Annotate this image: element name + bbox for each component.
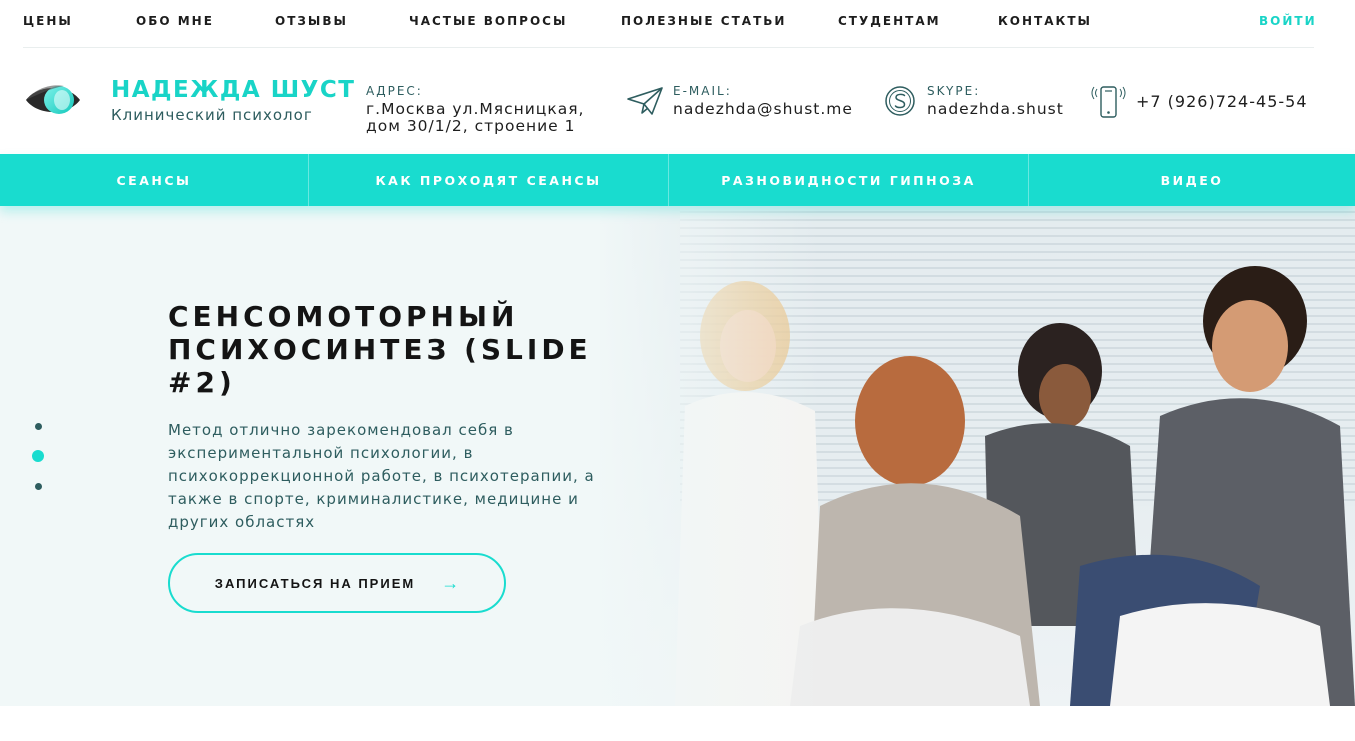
hero-description: Метод отлично зарекомендовал себя в эксп… bbox=[168, 421, 595, 531]
topnav-link-faq[interactable]: ЧАСТЫЕ ВОПРОСЫ bbox=[409, 14, 567, 28]
services-item-video[interactable]: ВИДЕО bbox=[1029, 154, 1355, 206]
topnav-link-reviews[interactable]: ОТЗЫВЫ bbox=[275, 14, 348, 28]
arrow-right-icon: → bbox=[441, 573, 460, 593]
address-line-1: г.Москва ул.Мясницкая, bbox=[366, 100, 585, 118]
services-item-how-sessions-go[interactable]: КАК ПРОХОДЯТ СЕАНСЫ bbox=[309, 154, 669, 206]
skype-icon bbox=[885, 86, 915, 116]
slider-dot-2-active[interactable] bbox=[32, 450, 44, 462]
topnav-link-prices[interactable]: ЦЕНЫ bbox=[23, 14, 73, 28]
slider-dot-1[interactable] bbox=[35, 423, 42, 430]
skype-label: SKYPE: bbox=[927, 84, 981, 98]
address-label: АДРЕС: bbox=[366, 84, 423, 98]
slider-dot-3[interactable] bbox=[35, 483, 42, 490]
address-line-2: дом 30/1/2, строение 1 bbox=[366, 117, 576, 135]
brand-role: Клинический психолог bbox=[111, 106, 313, 124]
topnav-link-about[interactable]: ОБО МНЕ bbox=[136, 14, 214, 28]
email-link[interactable]: nadezhda@shust.me bbox=[673, 101, 853, 118]
book-appointment-label: ЗАПИСАТЬСЯ НА ПРИЕМ bbox=[214, 575, 416, 591]
topnav-link-articles[interactable]: ПОЛЕЗНЫЕ СТАТЬИ bbox=[621, 14, 786, 28]
hero-title: СЕНСОМОТОРНЫЙ ПСИХОСИНТЕЗ (SLIDE #2) bbox=[168, 300, 592, 399]
skype-link[interactable]: nadezhda.shust bbox=[927, 101, 1064, 118]
phone-icon bbox=[1091, 86, 1126, 118]
phone-link[interactable]: +7 (926)724-45-54 bbox=[1136, 93, 1308, 110]
paper-plane-icon bbox=[627, 87, 663, 115]
services-item-sessions[interactable]: СЕАНСЫ bbox=[0, 154, 309, 206]
services-item-hypnosis-types[interactable]: РАЗНОВИДНОСТИ ГИПНОЗА bbox=[669, 154, 1029, 206]
hero-slider: СЕНСОМОТОРНЫЙ ПСИХОСИНТЕЗ (SLIDE #2) Мет… bbox=[0, 206, 1355, 706]
topnav-link-students[interactable]: СТУДЕНТАМ bbox=[838, 14, 941, 28]
topnav-link-contacts[interactable]: КОНТАКТЫ bbox=[998, 14, 1092, 28]
top-navigation: ЦЕНЫ ОБО МНЕ ОТЗЫВЫ ЧАСТЫЕ ВОПРОСЫ ПОЛЕЗ… bbox=[23, 0, 1317, 48]
email-label: E-MAIL: bbox=[673, 84, 732, 98]
services-bar: СЕАНСЫ КАК ПРОХОДЯТ СЕАНСЫ РАЗНОВИДНОСТИ… bbox=[0, 154, 1355, 206]
login-link[interactable]: ВОЙТИ bbox=[1259, 14, 1317, 28]
brand-name[interactable]: НАДЕЖДА ШУСТ bbox=[111, 77, 355, 103]
book-appointment-button[interactable]: ЗАПИСАТЬСЯ НА ПРИЕМ → bbox=[168, 553, 506, 613]
eye-logo-icon[interactable] bbox=[24, 80, 82, 120]
